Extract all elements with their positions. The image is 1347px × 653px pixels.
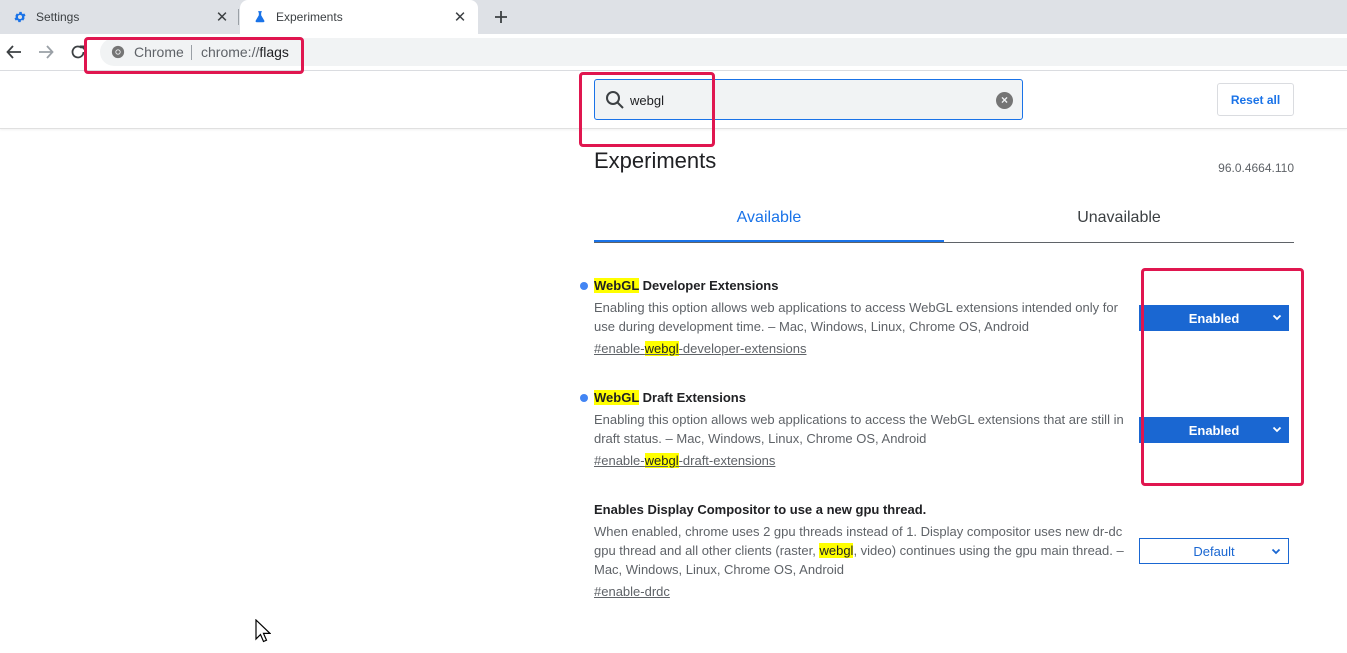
modified-indicator — [580, 394, 588, 402]
modified-indicator — [580, 282, 588, 290]
chevron-down-icon — [1272, 314, 1282, 321]
experiment-item: WebGL Draft Extensions Enabling this opt… — [580, 389, 1134, 470]
back-button[interactable] — [3, 41, 25, 63]
tab-experiments[interactable]: Experiments ✕ — [240, 0, 478, 34]
experiment-item: WebGL Developer Extensions Enabling this… — [580, 277, 1134, 358]
tab-title: Settings — [36, 10, 80, 24]
search-highlight: webgl — [644, 341, 679, 356]
close-icon[interactable]: ✕ — [452, 9, 468, 26]
experiment-name: WebGL Developer Extensions — [580, 277, 1134, 295]
plus-icon — [495, 11, 507, 23]
new-tab-button[interactable] — [490, 7, 512, 27]
search-icon — [606, 91, 624, 109]
reset-all-button[interactable]: Reset all — [1217, 83, 1294, 116]
permalink-text: -developer-extensions — [678, 341, 807, 356]
permalink-text: #enable- — [594, 341, 645, 356]
permalink-text: #enable- — [594, 453, 645, 468]
experiment-state-select[interactable]: Enabled — [1139, 305, 1289, 331]
experiment-name: Enables Display Compositor to use a new … — [594, 502, 927, 517]
back-arrow-icon — [6, 45, 21, 59]
version-number: 96.0.4664.110 — [1218, 161, 1294, 175]
permalink-text: -draft-extensions — [678, 453, 776, 468]
reload-button[interactable] — [67, 41, 89, 63]
search-highlight: WebGL — [594, 390, 640, 405]
experiment-permalink[interactable]: #enable-webgl-developer-extensions — [594, 340, 1134, 358]
search-highlight: webgl — [819, 543, 854, 558]
experiment-description: When enabled, chrome uses 2 gpu threads … — [594, 522, 1134, 579]
url-text: chrome://flags — [201, 44, 289, 60]
url-path: flags — [259, 44, 289, 60]
tab-settings[interactable]: Settings ✕ — [0, 0, 238, 34]
search-highlight: WebGL — [594, 278, 640, 293]
experiment-description: Enabling this option allows web applicat… — [594, 300, 1118, 334]
url-scheme: chrome:// — [201, 44, 260, 60]
omnibox-separator — [191, 45, 192, 60]
tab-unavailable[interactable]: Unavailable — [944, 197, 1294, 242]
experiments-tabs: Available Unavailable — [594, 197, 1294, 243]
close-icon[interactable]: ✕ — [214, 9, 230, 26]
toolbar: Chrome chrome://flags — [0, 34, 1347, 71]
experiment-permalink[interactable]: #enable-drdc — [594, 583, 1134, 601]
search-box[interactable]: × — [594, 79, 1023, 120]
experiment-name-text: Draft Extensions — [639, 390, 746, 405]
mouse-cursor-icon — [255, 619, 271, 643]
experiment-state-select[interactable]: Enabled — [1139, 417, 1289, 443]
search-highlight: webgl — [644, 453, 679, 468]
experiment-description: Enabling this option allows web applicat… — [594, 412, 1124, 446]
tab-strip: Settings ✕ Experiments ✕ — [0, 0, 1347, 34]
forward-arrow-icon — [39, 45, 54, 59]
page-title: Experiments — [594, 148, 717, 173]
experiment-permalink[interactable]: #enable-webgl-draft-extensions — [594, 452, 1134, 470]
forward-button[interactable] — [35, 41, 57, 63]
address-bar[interactable]: Chrome chrome://flags — [100, 38, 1347, 66]
flags-header: × Reset all — [0, 71, 1347, 129]
annotation-box-states — [1141, 268, 1304, 486]
site-chip: Chrome — [134, 44, 184, 60]
chevron-down-icon — [1272, 426, 1282, 433]
select-value: Enabled — [1188, 422, 1240, 438]
experiment-item: Enables Display Compositor to use a new … — [594, 501, 1134, 601]
flask-icon — [255, 11, 265, 23]
chevron-down-icon — [1271, 548, 1281, 555]
tab-divider — [238, 9, 239, 25]
search-input[interactable] — [630, 90, 990, 110]
tab-title: Experiments — [276, 10, 343, 24]
reload-icon — [71, 45, 85, 59]
select-value: Enabled — [1188, 310, 1240, 326]
select-value: Default — [1193, 543, 1235, 559]
experiment-name-text: Developer Extensions — [639, 278, 779, 293]
gear-icon — [14, 11, 26, 23]
tab-available[interactable]: Available — [594, 197, 944, 242]
experiment-name: WebGL Draft Extensions — [580, 389, 1134, 407]
chrome-icon — [111, 45, 125, 59]
experiment-state-select[interactable]: Default — [1139, 538, 1289, 564]
clear-search-icon[interactable]: × — [996, 92, 1013, 109]
browser-window: Settings ✕ Experiments ✕ Chrome chrome:/… — [0, 0, 1347, 653]
